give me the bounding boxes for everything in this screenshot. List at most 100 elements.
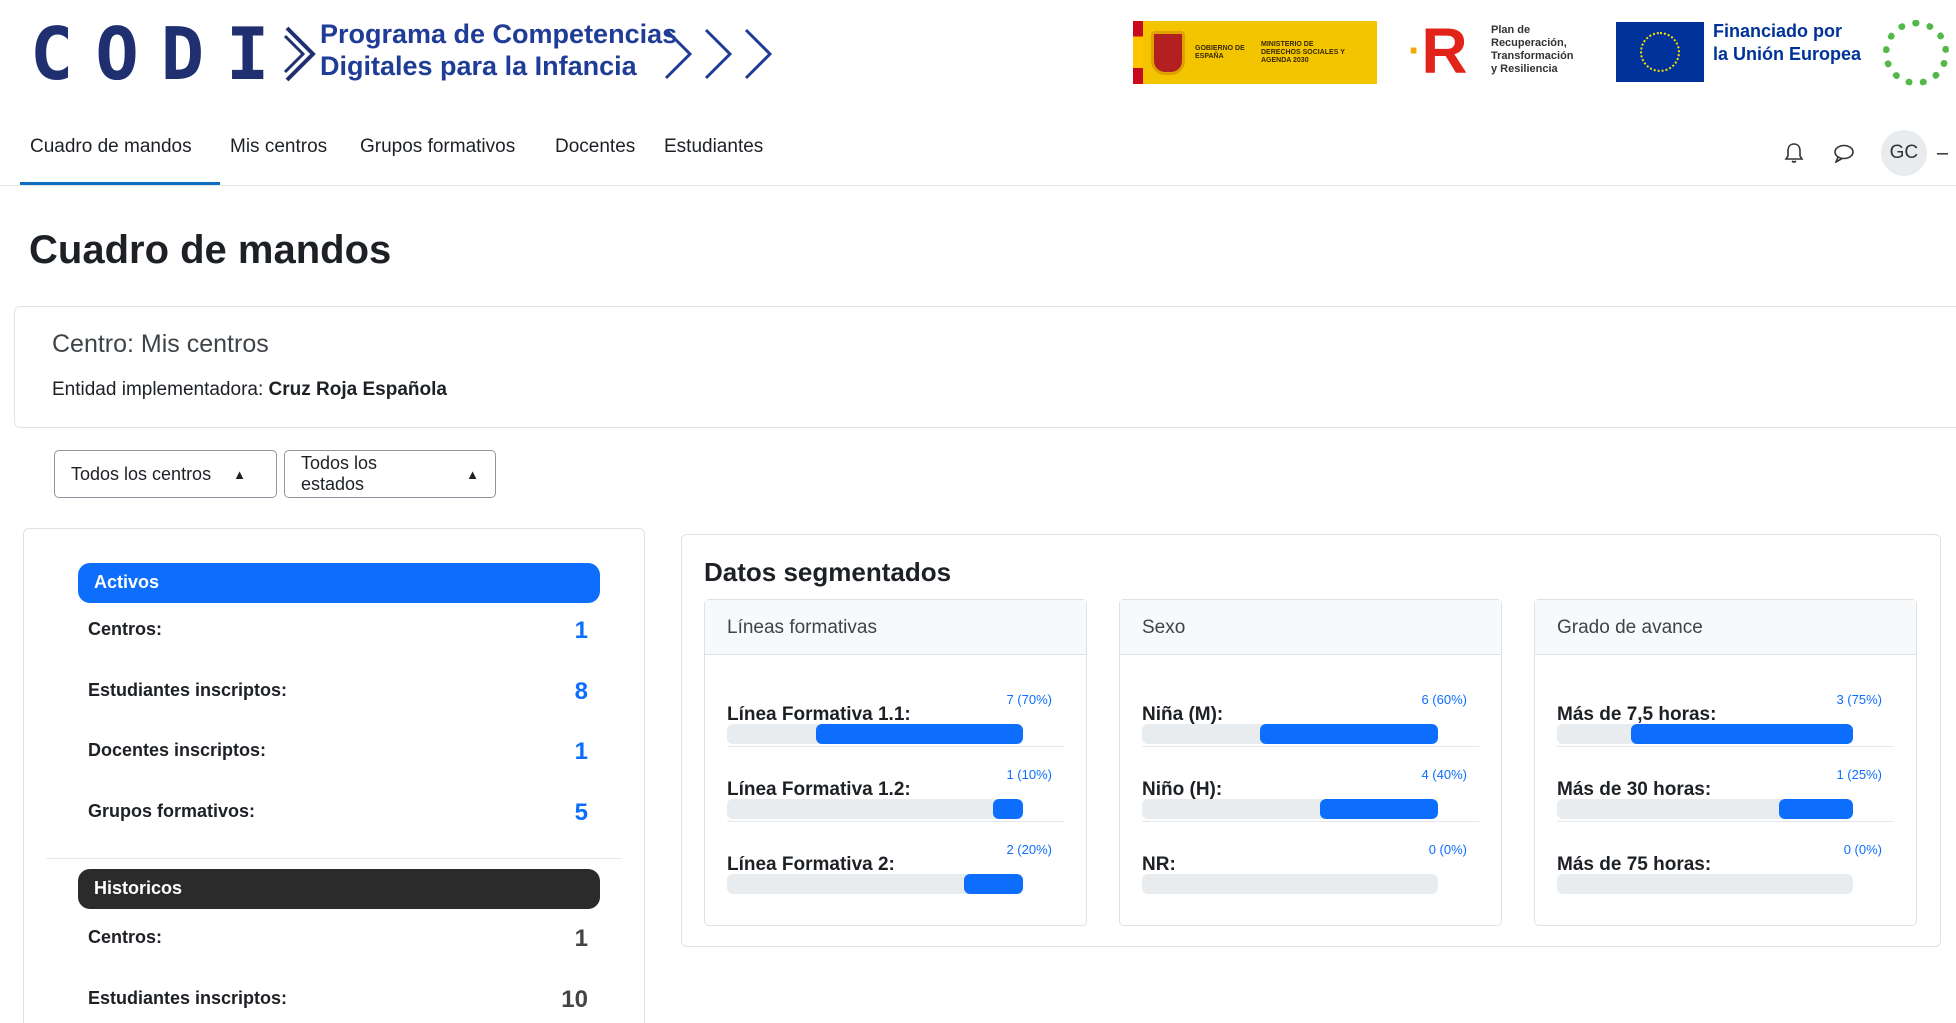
progress-track	[727, 724, 1023, 744]
grado-de-avance-card: Grado de avance Más de 7,5 horas: 3 (75%…	[1534, 599, 1917, 926]
segment-value: 6 (60%)	[1421, 692, 1467, 707]
progress-fill	[815, 724, 1023, 744]
codi-logo-text: CODI	[30, 12, 292, 96]
stat-label: Estudiantes inscriptos:	[88, 988, 288, 1008]
historicos-row-estudiantes: Estudiantes inscriptos: 10	[88, 980, 588, 1020]
nav-estudiantes[interactable]: Estudiantes	[664, 136, 763, 158]
estados-filter-value: Todos los estados	[301, 453, 378, 494]
triple-chevron-icon	[664, 28, 773, 80]
bell-icon[interactable]	[1781, 140, 1807, 166]
segment-value: 4 (40%)	[1421, 767, 1467, 782]
tagline-line2: Digitales para la Infancia	[320, 51, 637, 81]
segment-row: Niño (H): 4 (40%)	[1142, 747, 1479, 822]
nav-grupos-formativos[interactable]: Grupos formativos	[360, 136, 515, 158]
lineas-formativas-card: Líneas formativas Línea Formativa 1.1: 7…	[704, 599, 1087, 926]
progress-track	[727, 799, 1023, 819]
prtr-logo: ·R Plan de Recuperación, Transformación …	[1408, 18, 1598, 84]
ministerio-text: MINISTERIO DE DERECHOS SOCIALES Y AGENDA…	[1261, 40, 1345, 64]
segment-label: Línea Formativa 1.1:	[727, 704, 911, 725]
program-tagline: Programa de Competencias Digitales para …	[320, 18, 677, 82]
segment-label: Más de 30 horas:	[1557, 779, 1712, 800]
segment-row: NR: 0 (0%)	[1142, 822, 1479, 897]
segment-value: 7 (70%)	[1006, 692, 1052, 707]
coat-of-arms-icon	[1151, 30, 1185, 75]
historicos-header: Historicos	[78, 869, 600, 909]
summary-panel: Activos Centros: 1 Estudiantes inscripto…	[23, 528, 645, 1023]
centro-label: Centro: Mis centros	[52, 330, 269, 358]
stat-value[interactable]: 1	[575, 617, 588, 645]
stat-value: 1	[574, 925, 588, 952]
estados-filter-select[interactable]: Todos los estados ▲	[284, 450, 496, 498]
codi-logo[interactable]: CODI	[30, 14, 321, 94]
progress-fill	[993, 799, 1023, 819]
segment-row: Línea Formativa 1.1: 7 (70%)	[727, 672, 1064, 747]
sort-caret-icon: ▲	[466, 466, 479, 482]
activos-row-docentes: Docentes inscriptos: 1	[88, 732, 588, 772]
card-header: Líneas formativas	[705, 600, 1086, 655]
spain-flag-icon	[1133, 21, 1143, 84]
progress-track	[1557, 799, 1853, 819]
chat-icon[interactable]	[1831, 140, 1857, 166]
sort-caret-icon: ▲	[233, 466, 246, 482]
progress-track	[1142, 724, 1438, 744]
stat-value[interactable]: 1	[575, 738, 588, 766]
segment-label: Niña (M):	[1142, 704, 1224, 725]
segment-label: Línea Formativa 1.2:	[727, 779, 911, 800]
segment-row: Línea Formativa 1.2: 1 (10%)	[727, 747, 1064, 822]
segment-label: Niño (H):	[1142, 779, 1223, 800]
stat-value[interactable]: 8	[575, 678, 588, 706]
segment-value: 0 (0%)	[1843, 842, 1882, 857]
stat-label: Centros:	[88, 927, 163, 947]
segment-label: Más de 75 horas:	[1557, 854, 1712, 875]
activos-row-estudiantes: Estudiantes inscriptos: 8	[88, 672, 588, 712]
stat-label: Centros:	[88, 619, 163, 639]
gobierno-espana-logo: GOBIERNO DE ESPAÑA MINISTERIO DE DERECHO…	[1133, 21, 1377, 84]
segmented-data-panel: Datos segmentados Líneas formativas Líne…	[681, 534, 1941, 947]
segment-value: 1 (25%)	[1836, 767, 1882, 782]
progress-track	[1142, 874, 1438, 894]
progress-track	[727, 874, 1023, 894]
sexo-card: Sexo Niña (M): 6 (60%) Niño (H): 4 (40%)…	[1119, 599, 1502, 926]
centro-info-card: Centro: Mis centros Entidad implementado…	[14, 306, 1956, 428]
nav-mis-centros[interactable]: Mis centros	[230, 136, 327, 158]
segment-value: 3 (75%)	[1836, 692, 1882, 707]
segment-label: Línea Formativa 2:	[727, 854, 895, 875]
eu-flag-icon	[1616, 22, 1704, 82]
segment-row: Más de 75 horas: 0 (0%)	[1557, 822, 1894, 897]
nav-cuadro-de-mandos[interactable]: Cuadro de mandos	[30, 136, 192, 158]
agenda-circle-logo	[1883, 20, 1949, 86]
entidad-implementadora: Entidad implementadora: Cruz Roja Españo…	[52, 379, 447, 400]
stat-value[interactable]: 5	[575, 799, 588, 827]
eu-funding-text: Financiado por la Unión Europea	[1713, 21, 1862, 64]
progress-fill	[1779, 799, 1853, 819]
centros-filter-select[interactable]: Todos los centros ▲	[54, 450, 277, 498]
active-tab-indicator	[20, 182, 220, 185]
centros-filter-value: Todos los centros	[71, 463, 212, 484]
segment-value: 2 (20%)	[1006, 842, 1052, 857]
progress-fill	[1631, 724, 1853, 744]
gobierno-text: GOBIERNO DE ESPAÑA	[1195, 44, 1245, 60]
progress-track	[1142, 799, 1438, 819]
user-avatar[interactable]: GC	[1880, 130, 1927, 176]
segment-row: Niña (M): 6 (60%)	[1142, 672, 1479, 747]
nav-docentes[interactable]: Docentes	[555, 136, 635, 158]
entidad-value: Cruz Roja Española	[268, 379, 447, 400]
segment-row: Línea Formativa 2: 2 (20%)	[727, 822, 1064, 897]
progress-fill	[1260, 724, 1438, 744]
activos-header: Activos	[78, 563, 600, 603]
segment-row: Más de 30 horas: 1 (25%)	[1557, 747, 1894, 822]
stat-value: 10	[561, 986, 588, 1013]
chevron-right-icon	[284, 26, 317, 82]
user-menu-dropdown-icon[interactable]: –	[1937, 142, 1948, 165]
segment-label: Más de 7,5 horas:	[1557, 704, 1717, 725]
card-header: Sexo	[1120, 600, 1501, 655]
segment-row: Más de 7,5 horas: 3 (75%)	[1557, 672, 1894, 747]
activos-row-grupos: Grupos formativos: 5	[88, 793, 588, 833]
segment-value: 1 (10%)	[1006, 767, 1052, 782]
stat-label: Estudiantes inscriptos:	[88, 680, 288, 700]
page-title: Cuadro de mandos	[29, 228, 392, 272]
activos-row-centros: Centros: 1	[88, 611, 588, 651]
prtr-text: Plan de Recuperación, Transformación y R…	[1491, 24, 1574, 75]
stat-label: Grupos formativos:	[88, 801, 256, 821]
progress-track	[1557, 724, 1853, 744]
